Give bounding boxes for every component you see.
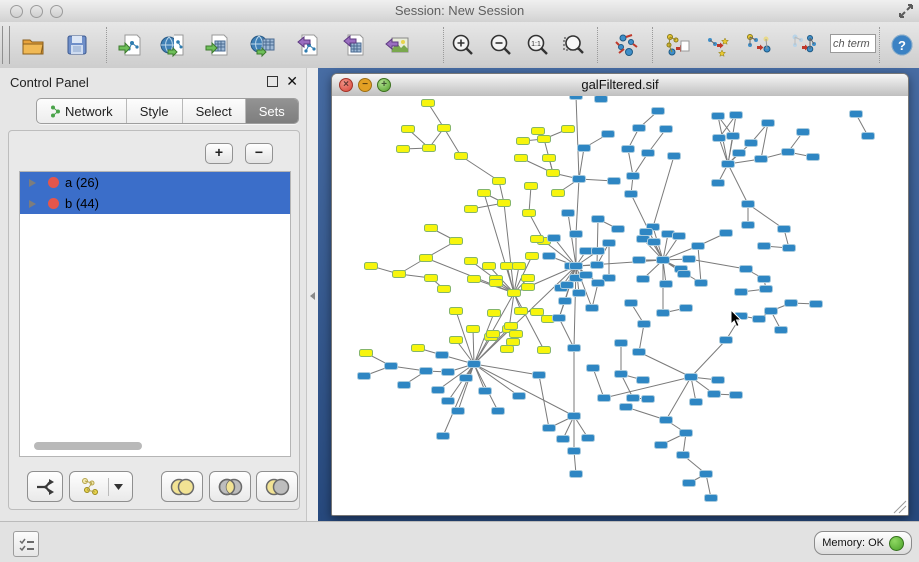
toolbar-separator [652, 27, 653, 63]
set-color-icon [48, 198, 59, 209]
tab-network[interactable]: Network [37, 99, 127, 123]
toolbar: 1:1 ? [0, 22, 919, 69]
add-set-button[interactable]: + [205, 143, 233, 164]
tab-style[interactable]: Style [127, 99, 183, 123]
export-table-icon[interactable] [340, 32, 366, 58]
import-network-icon[interactable] [117, 32, 143, 58]
memory-status-button[interactable]: Memory: OK [814, 531, 912, 555]
intersection-button[interactable] [209, 471, 251, 502]
open-folder-icon[interactable] [20, 32, 46, 58]
network-window-title: galFiltered.sif [332, 77, 908, 92]
collapse-arrow-icon[interactable] [310, 292, 315, 300]
network-view[interactable] [332, 96, 908, 515]
control-panel: Control Panel ✕ Network Style Select Set… [0, 68, 306, 521]
network-graph[interactable] [332, 96, 908, 515]
apply-layout-icon[interactable] [614, 32, 640, 58]
svg-text:?: ? [898, 38, 906, 53]
application-window: Session: New Session [0, 0, 919, 562]
import-table-web-icon[interactable] [250, 32, 276, 58]
expand-triangle-icon[interactable] [29, 179, 36, 187]
control-panel-tabs: Network Style Select Sets [36, 98, 299, 124]
import-network-web-icon[interactable] [160, 32, 186, 58]
save-icon[interactable] [64, 32, 90, 58]
difference-button[interactable] [256, 471, 298, 502]
svg-text:1:1: 1:1 [531, 41, 541, 48]
task-history-button[interactable] [13, 531, 39, 557]
window-titlebar: Session: New Session [0, 0, 919, 23]
export-network-icon[interactable] [294, 32, 320, 58]
zoom-selected-icon[interactable] [561, 32, 587, 58]
expand-triangle-icon[interactable] [29, 200, 36, 208]
set-row-a[interactable]: a (26) [20, 172, 290, 193]
memory-label: Memory: OK [822, 537, 884, 549]
toolbar-grip[interactable] [2, 26, 10, 64]
control-panel-header: Control Panel ✕ [0, 68, 306, 96]
split-set-button[interactable] [27, 471, 63, 502]
set-label: a (26) [65, 175, 99, 190]
window-title: Session: New Session [0, 3, 919, 18]
network-window[interactable]: × − + galFiltered.sif [331, 73, 909, 516]
tab-label: Style [140, 104, 169, 119]
intersect-networks-icon[interactable] [790, 32, 816, 58]
float-panel-icon[interactable] [267, 76, 278, 87]
network-desktop: × − + galFiltered.sif [318, 68, 919, 521]
diff-networks-icon[interactable] [705, 32, 731, 58]
tab-select[interactable]: Select [183, 99, 246, 123]
set-operations-row [9, 471, 299, 501]
search-input[interactable] [830, 34, 876, 53]
toolbar-separator [443, 27, 444, 63]
memory-ok-icon [889, 536, 904, 551]
export-image-icon[interactable] [384, 32, 410, 58]
network-tab-icon [50, 105, 61, 118]
set-label: b (44) [65, 196, 99, 211]
toolbar-separator [879, 27, 880, 63]
create-set-from-network-button[interactable] [69, 471, 133, 502]
tab-sets[interactable]: Sets [246, 99, 298, 123]
control-panel-title: Control Panel [10, 75, 89, 90]
intersection-icon [217, 478, 243, 496]
sets-panel: + − a (26) b (44) [8, 130, 300, 510]
set-color-icon [48, 177, 59, 188]
set-row-b[interactable]: b (44) [20, 193, 290, 214]
union-button[interactable] [161, 471, 203, 502]
copycat-layout-icon[interactable] [664, 32, 690, 58]
tab-label: Network [65, 104, 113, 119]
create-set-network-icon [79, 477, 103, 497]
merge-networks-icon[interactable] [745, 32, 771, 58]
union-icon [169, 478, 195, 496]
import-table-icon[interactable] [204, 32, 230, 58]
remove-set-button[interactable]: − [245, 143, 273, 164]
zoom-in-icon[interactable] [450, 32, 476, 58]
close-panel-icon[interactable]: ✕ [286, 73, 298, 90]
split-set-icon [35, 478, 55, 496]
zoom-out-icon[interactable] [488, 32, 514, 58]
status-bar: Memory: OK [0, 521, 919, 562]
fullscreen-icon[interactable] [898, 4, 913, 23]
tab-label: Sets [259, 104, 285, 119]
zoom-actual-icon[interactable]: 1:1 [525, 32, 551, 58]
dropdown-arrow-icon [114, 484, 123, 490]
help-icon[interactable]: ? [890, 33, 916, 59]
toolbar-separator [106, 27, 107, 63]
tab-label: Select [196, 104, 232, 119]
toolbar-separator [597, 27, 598, 63]
sets-list: a (26) b (44) [19, 171, 291, 457]
network-window-titlebar[interactable]: × − + galFiltered.sif [332, 74, 908, 97]
difference-icon [264, 478, 290, 496]
horizontal-scrollbar[interactable] [34, 442, 142, 450]
